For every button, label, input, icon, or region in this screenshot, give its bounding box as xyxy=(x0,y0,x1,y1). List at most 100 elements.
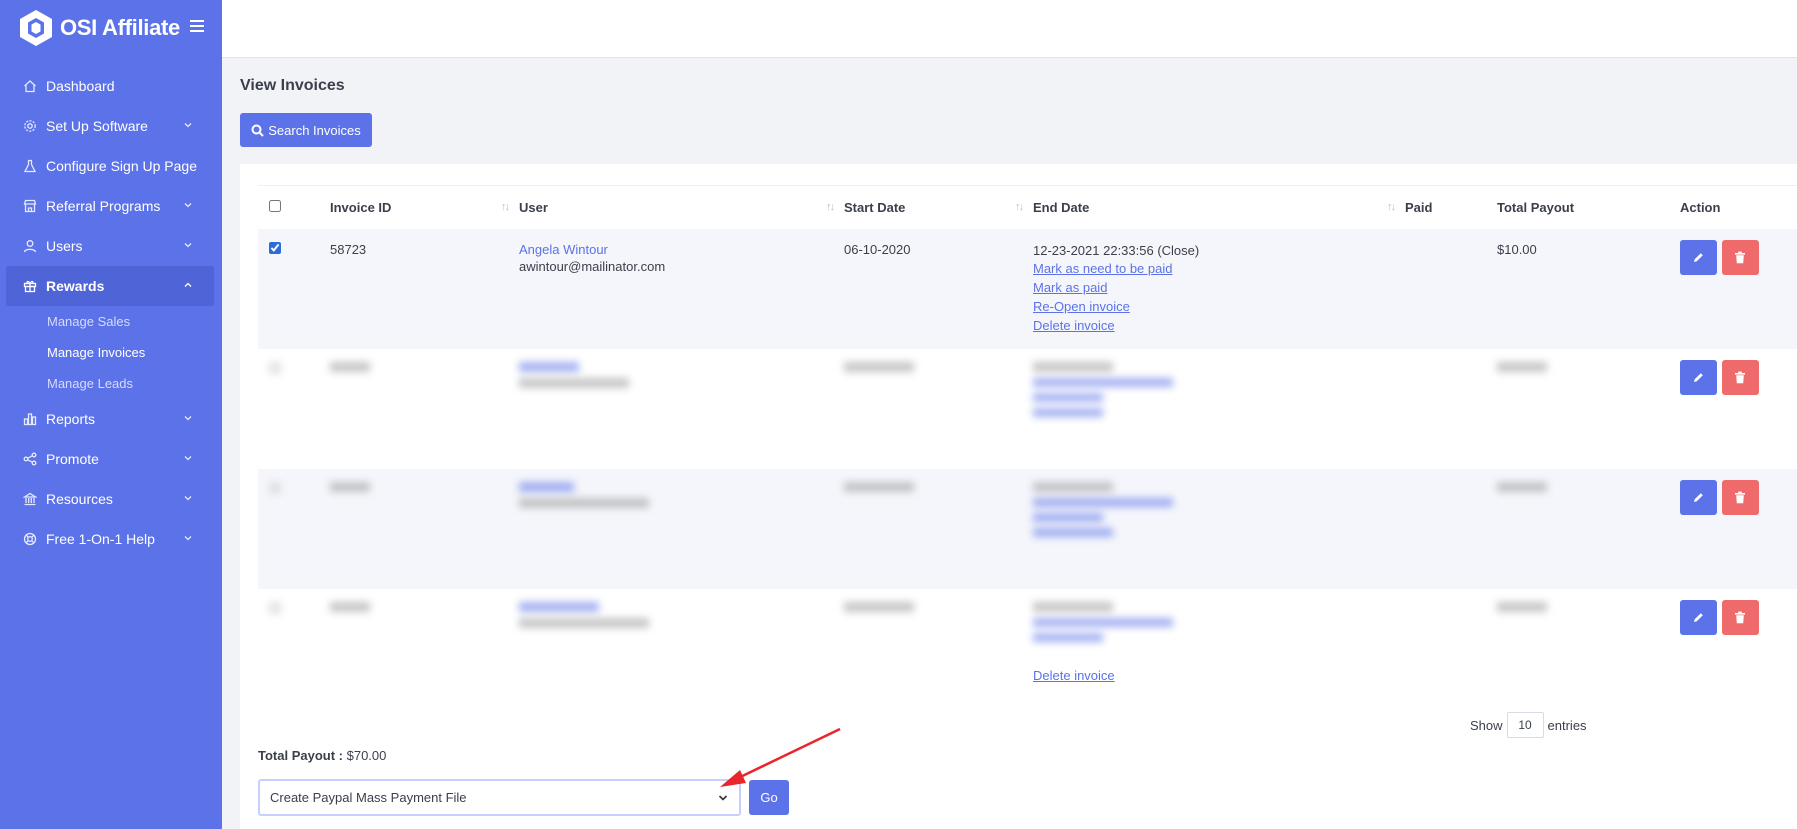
chevron-down-icon xyxy=(184,203,192,208)
user-icon xyxy=(22,238,38,254)
sidebar-item-label: Reports xyxy=(46,411,96,427)
menu-toggle-icon[interactable] xyxy=(190,17,204,37)
sidebar-item-label: Users xyxy=(46,238,83,254)
delete-invoice-link[interactable]: Delete invoice xyxy=(1033,666,1405,685)
table-header-row: Invoice ID ↑↓ User ↑↓ Start Date ↑↓ End Dat… xyxy=(258,185,1797,229)
column-header-user[interactable]: User ↑↓ xyxy=(519,185,844,229)
sidebar-item-label: Free 1-On-1 Help xyxy=(46,531,155,547)
search-icon xyxy=(251,124,264,137)
search-invoices-label: Search Invoices xyxy=(268,122,361,138)
show-label: Show xyxy=(1470,717,1503,733)
sidebar-item-referral-programs[interactable]: Referral Programs xyxy=(0,186,222,226)
chevron-down-icon xyxy=(184,496,192,501)
end-date-cell: 12-23-2021 22:33:56 (Close) Mark as need… xyxy=(1033,228,1405,349)
edit-button[interactable] xyxy=(1680,599,1717,635)
column-header-invoice-id[interactable]: Invoice ID ↑↓ xyxy=(330,185,519,229)
sidebar-nav: Dashboard Set Up Software Configure Sign… xyxy=(0,66,222,559)
row-select-cell xyxy=(258,228,330,349)
pencil-icon xyxy=(1694,492,1703,502)
mark-as-paid-link[interactable]: Mark as paid xyxy=(1033,278,1405,297)
pencil-icon xyxy=(1694,612,1703,622)
end-date-value: 12-23-2021 22:33:56 (Close) xyxy=(1033,242,1200,258)
search-invoices-button[interactable]: Search Invoices xyxy=(240,113,372,147)
brand-name: OSI Affiliate xyxy=(60,15,180,40)
select-all-checkbox[interactable] xyxy=(269,199,281,212)
delete-button[interactable] xyxy=(1721,359,1759,395)
sidebar-item-label: Promote xyxy=(46,451,99,467)
delete-invoice-link[interactable]: Delete invoice xyxy=(1033,316,1405,335)
user-name-link[interactable]: Angela Wintour xyxy=(519,242,844,257)
bank-icon xyxy=(22,491,38,507)
chevron-up-icon xyxy=(184,282,192,287)
action-cell xyxy=(1680,228,1797,349)
delete-button[interactable] xyxy=(1721,239,1759,275)
entries-input[interactable]: 10 xyxy=(1506,712,1544,738)
total-payout-cell: $10.00 xyxy=(1497,228,1680,349)
page-title: View Invoices xyxy=(240,77,345,94)
bulk-action-select[interactable]: Create Paypal Mass Payment File xyxy=(258,779,741,816)
row-checkbox[interactable] xyxy=(269,241,281,254)
sidebar-subitem-manage-sales[interactable]: Manage Sales xyxy=(47,306,222,337)
reopen-invoice-link[interactable]: Re-Open invoice xyxy=(1033,297,1405,316)
chevron-down-icon xyxy=(184,416,192,421)
edit-button[interactable] xyxy=(1680,359,1717,395)
edit-button[interactable] xyxy=(1680,239,1717,275)
column-header-paid: Paid xyxy=(1405,185,1497,229)
sidebar-item-users[interactable]: Users xyxy=(0,226,222,266)
sidebar-item-promote[interactable]: Promote xyxy=(0,439,222,479)
column-header-start-date[interactable]: Start Date ↑↓ xyxy=(844,185,1033,229)
sidebar-item-rewards[interactable]: Rewards xyxy=(6,266,214,306)
paid-cell xyxy=(1405,228,1497,349)
sidebar-subitem-manage-invoices[interactable]: Manage Invoices xyxy=(47,337,222,368)
brand[interactable]: OSI Affiliate xyxy=(18,8,180,48)
gift-icon xyxy=(22,278,38,294)
chevron-down-icon xyxy=(184,243,192,248)
invoice-id-cell: 58723 xyxy=(330,228,519,349)
sidebar-item-reports[interactable]: Reports xyxy=(0,399,222,439)
column-header-end-date[interactable]: End Date ↑↓ xyxy=(1033,185,1405,229)
sort-icon: ↑↓ xyxy=(1015,201,1024,213)
settings-icon xyxy=(22,118,38,134)
delete-button[interactable] xyxy=(1721,599,1759,635)
sidebar-item-label: Set Up Software xyxy=(46,118,148,134)
sidebar-item-label: Dashboard xyxy=(46,78,115,94)
sidebar: OSI Affiliate Dashboard Set Up Software … xyxy=(0,0,222,829)
osi-logo-icon xyxy=(20,10,52,46)
sidebar-item-label: Configure Sign Up Page xyxy=(46,158,197,174)
sidebar-item-label: Referral Programs xyxy=(46,198,161,214)
sidebar-item-set-up-software[interactable]: Set Up Software xyxy=(0,106,222,146)
top-bar xyxy=(222,0,1797,58)
table-row xyxy=(258,468,1797,589)
sort-icon: ↑↓ xyxy=(1387,201,1396,213)
rewards-submenu: Manage Sales Manage Invoices Manage Lead… xyxy=(0,306,222,399)
entries-label: entries xyxy=(1547,717,1587,733)
delete-button[interactable] xyxy=(1721,479,1759,515)
mark-need-to-be-paid-link[interactable]: Mark as need to be paid xyxy=(1033,259,1405,278)
sidebar-item-configure-sign-up-page[interactable]: Configure Sign Up Page xyxy=(0,146,222,186)
total-payout: Total Payout : $70.00 xyxy=(258,748,386,763)
sidebar-item-dashboard[interactable]: Dashboard xyxy=(0,66,222,106)
edit-button[interactable] xyxy=(1680,479,1717,515)
trash-icon xyxy=(1735,371,1746,383)
total-payout-label: Total Payout : xyxy=(258,748,343,763)
trash-icon xyxy=(1735,611,1746,623)
column-header-action: Action xyxy=(1680,185,1797,229)
sort-icon: ↑↓ xyxy=(501,201,510,213)
table-row xyxy=(258,349,1797,469)
column-header-total-payout: Total Payout xyxy=(1497,185,1680,229)
sidebar-item-label: Resources xyxy=(46,491,113,507)
sidebar-subitem-manage-leads[interactable]: Manage Leads xyxy=(47,368,222,399)
user-cell: Angela Wintour awintour@mailinator.com xyxy=(519,228,844,349)
share-icon xyxy=(22,451,38,467)
store-icon xyxy=(22,198,38,214)
trash-icon xyxy=(1735,491,1746,503)
select-all-header xyxy=(258,185,330,229)
pencil-icon xyxy=(1694,372,1703,382)
sidebar-item-label: Rewards xyxy=(46,278,105,294)
sidebar-item-free-help[interactable]: Free 1-On-1 Help xyxy=(0,519,222,559)
start-date-cell: 06-10-2020 xyxy=(844,228,1033,349)
sidebar-item-resources[interactable]: Resources xyxy=(0,479,222,519)
table-row: Delete invoice xyxy=(258,589,1797,709)
chevron-down-icon xyxy=(184,123,192,128)
chevron-down-icon xyxy=(184,456,192,461)
